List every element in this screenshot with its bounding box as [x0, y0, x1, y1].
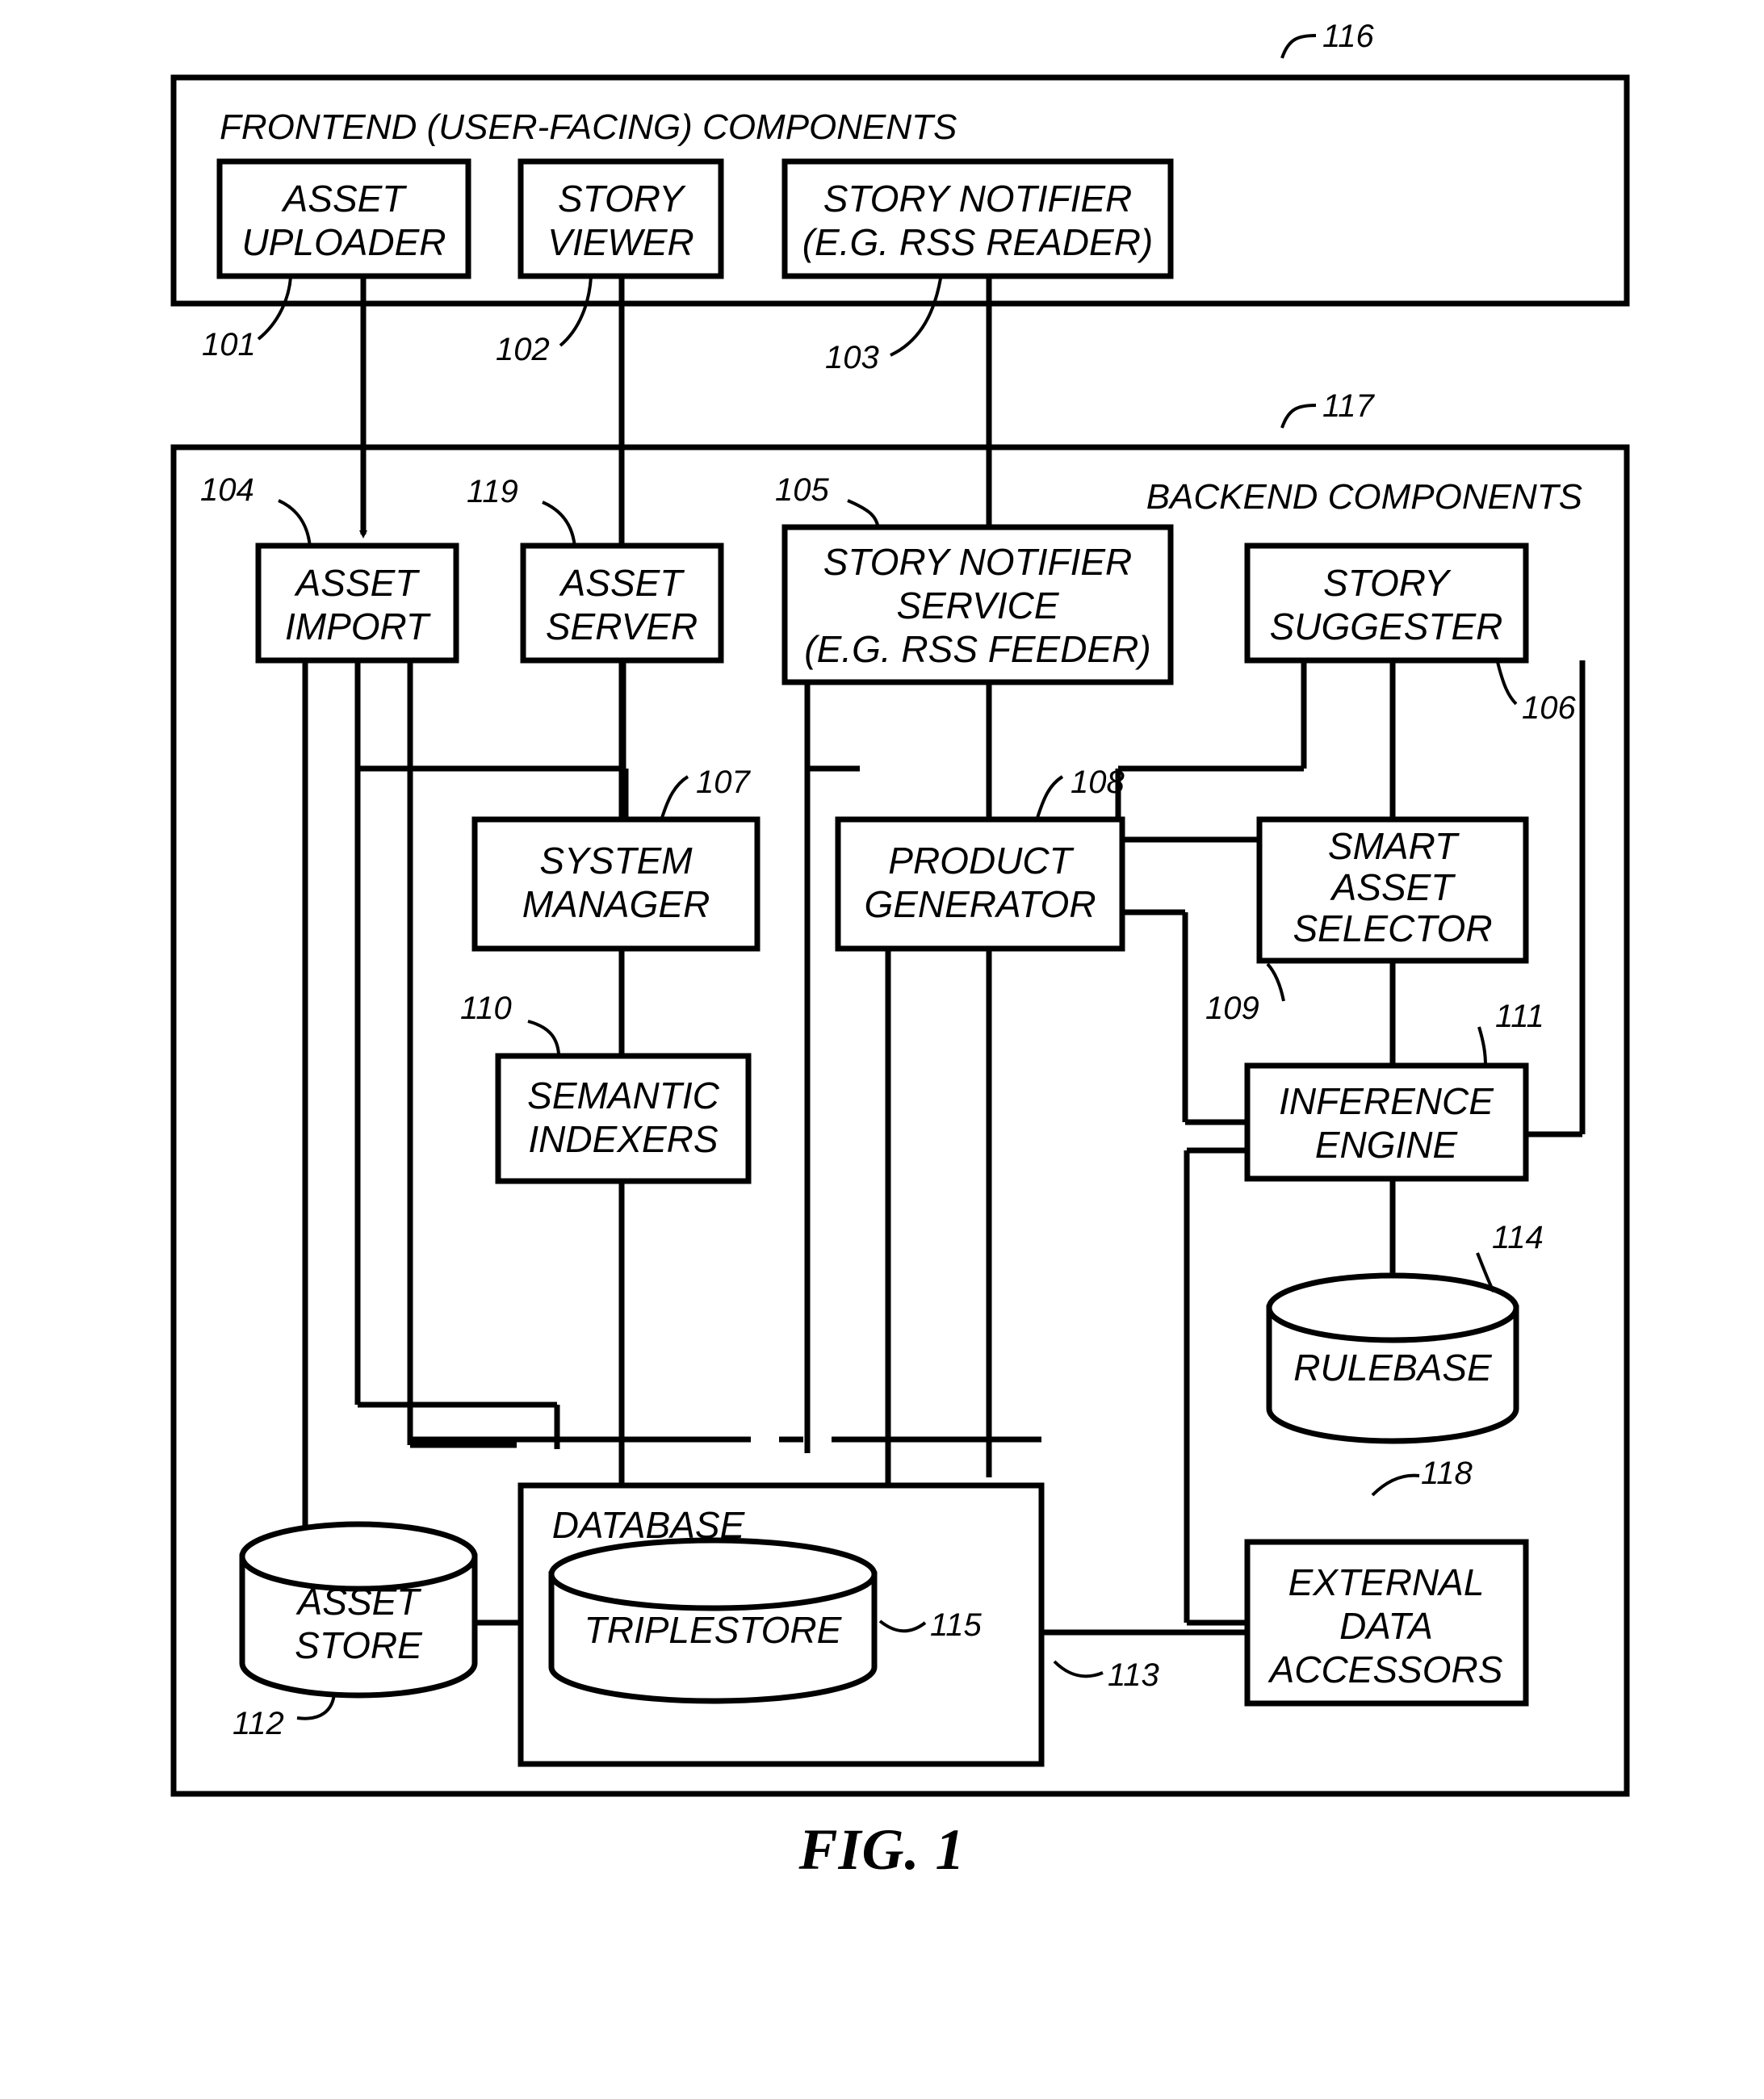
asset-uploader-label-line1: ASSET	[281, 178, 408, 220]
eda-label-line3: ACCESSORS	[1267, 1649, 1503, 1691]
ref-104: 104	[200, 472, 254, 508]
ref-leader-106: 106	[1496, 661, 1576, 726]
node-story-viewer[interactable]: STORY VIEWER	[517, 158, 724, 279]
backend-group-title: BACKEND COMPONENTS	[1146, 477, 1582, 517]
node-triplestore[interactable]: TRIPLESTORE	[548, 1537, 878, 1704]
ref-leader-107: 107	[660, 765, 751, 819]
node-semantic-indexers[interactable]: SEMANTIC INDEXERS	[495, 1053, 752, 1184]
node-asset-store[interactable]: ASSET STORE	[239, 1521, 478, 1699]
story-notifier-service-label-line2: SERVICE	[896, 584, 1059, 626]
ref-leader-119: 119	[467, 474, 576, 548]
story-notifier-service-label-line3: (E.G. RSS FEEDER)	[804, 628, 1150, 670]
product-generator-label-line1: PRODUCT	[888, 840, 1074, 882]
inference-engine-label-line2: ENGINE	[1315, 1124, 1459, 1166]
ref-leader-110: 110	[460, 991, 560, 1054]
asset-server-label-line1: ASSET	[559, 562, 685, 604]
story-suggester-label-line1: STORY	[1323, 562, 1452, 604]
node-asset-uploader[interactable]: ASSET UPLOADER	[216, 158, 471, 279]
node-inference-engine[interactable]: INFERENCE ENGINE	[1244, 1062, 1529, 1182]
ref-leader-112: 112	[233, 1693, 336, 1741]
eda-label-line2: DATA	[1339, 1605, 1433, 1647]
ref-leader-111: 111	[1477, 999, 1544, 1066]
system-manager-label-line2: MANAGER	[522, 883, 710, 925]
ref-102: 102	[496, 332, 550, 367]
node-product-generator[interactable]: PRODUCT GENERATOR	[835, 816, 1125, 952]
ref-leader-113: 113	[1053, 1657, 1159, 1693]
inference-engine-label-line1: INFERENCE	[1279, 1080, 1494, 1122]
story-viewer-label-line2: VIEWER	[547, 221, 693, 263]
semantic-indexers-label-line2: INDEXERS	[528, 1118, 718, 1160]
story-suggester-label-line2: SUGGESTER	[1270, 605, 1503, 647]
node-story-notifier[interactable]: STORY NOTIFIER (E.G. RSS READER)	[781, 158, 1174, 279]
asset-uploader-label-line2: UPLOADER	[241, 221, 446, 263]
ref-108: 108	[1071, 765, 1125, 800]
patent-figure: ASSET UPLOADER STORY VIEWER STORY NOTIFI…	[0, 0, 1764, 2099]
ref-leader-105: 105	[775, 472, 880, 530]
ref-103: 103	[825, 340, 879, 375]
semantic-indexers-label-line1: SEMANTIC	[527, 1075, 719, 1117]
ref-116: 116	[1322, 19, 1375, 54]
node-asset-import[interactable]: ASSET IMPORT	[255, 543, 459, 664]
ref-leader-108: 108	[1036, 765, 1125, 819]
product-generator-label-line2: GENERATOR	[864, 883, 1096, 925]
diagram-canvas: ASSET UPLOADER STORY VIEWER STORY NOTIFI…	[170, 19, 1630, 1797]
asset-store-label-line1: ASSET	[295, 1581, 422, 1623]
ref-101: 101	[202, 327, 256, 362]
ref-114: 114	[1492, 1220, 1544, 1255]
node-rulebase[interactable]: RULEBASE	[1266, 1272, 1519, 1444]
asset-server-label-line2: SERVER	[546, 605, 698, 647]
node-story-suggester[interactable]: STORY SUGGESTER	[1244, 543, 1529, 664]
ref-112: 112	[233, 1706, 284, 1741]
triplestore-label: TRIPLESTORE	[585, 1609, 843, 1651]
system-manager-label-line1: SYSTEM	[539, 840, 693, 882]
ref-106: 106	[1522, 690, 1576, 726]
ref-115: 115	[930, 1607, 983, 1643]
ref-119: 119	[467, 474, 518, 509]
node-system-manager[interactable]: SYSTEM MANAGER	[471, 816, 760, 952]
ref-105: 105	[775, 472, 829, 508]
asset-import-label-line2: IMPORT	[285, 605, 431, 647]
story-viewer-label-line1: STORY	[558, 178, 686, 220]
ref-110: 110	[460, 991, 512, 1026]
smart-asset-selector-label-line3: SELECTOR	[1293, 907, 1492, 949]
ref-107: 107	[696, 765, 751, 800]
ref-leader-118: 118	[1371, 1456, 1473, 1497]
ref-111: 111	[1495, 999, 1544, 1034]
ref-leader-109: 109	[1205, 962, 1285, 1026]
eda-label-line1: EXTERNAL	[1288, 1561, 1485, 1603]
smart-asset-selector-label-line2: ASSET	[1330, 866, 1456, 908]
story-notifier-label-line2: (E.G. RSS READER)	[802, 221, 1154, 263]
ref-leader-103: 103	[825, 278, 942, 375]
ref-118: 118	[1421, 1456, 1473, 1491]
node-asset-server[interactable]: ASSET SERVER	[520, 543, 724, 664]
frontend-group-title: FRONTEND (USER-FACING) COMPONENTS	[220, 107, 957, 147]
ref-113: 113	[1108, 1657, 1159, 1693]
figure-caption: FIG. 1	[798, 1817, 966, 1882]
ref-leader-102: 102	[496, 276, 593, 367]
ref-117: 117	[1322, 388, 1376, 424]
node-external-data-accessors[interactable]: EXTERNAL DATA ACCESSORS	[1244, 1539, 1529, 1707]
smart-asset-selector-label-line1: SMART	[1328, 825, 1460, 867]
ref-leader-114: 114	[1476, 1220, 1544, 1292]
ref-109: 109	[1205, 991, 1259, 1026]
asset-import-label-line1: ASSET	[294, 562, 421, 604]
rulebase-label: RULEBASE	[1293, 1347, 1493, 1389]
node-story-notifier-service[interactable]: STORY NOTIFIER SERVICE (E.G. RSS FEEDER)	[781, 524, 1174, 685]
story-notifier-service-label-line1: STORY NOTIFIER	[823, 541, 1133, 583]
asset-store-label-line2: STORE	[295, 1624, 423, 1666]
node-smart-asset-selector[interactable]: SMART ASSET SELECTOR	[1256, 816, 1529, 964]
story-notifier-label-line1: STORY NOTIFIER	[823, 178, 1133, 220]
ref-leader-101: 101	[202, 276, 292, 362]
ref-leader-104: 104	[200, 472, 312, 548]
